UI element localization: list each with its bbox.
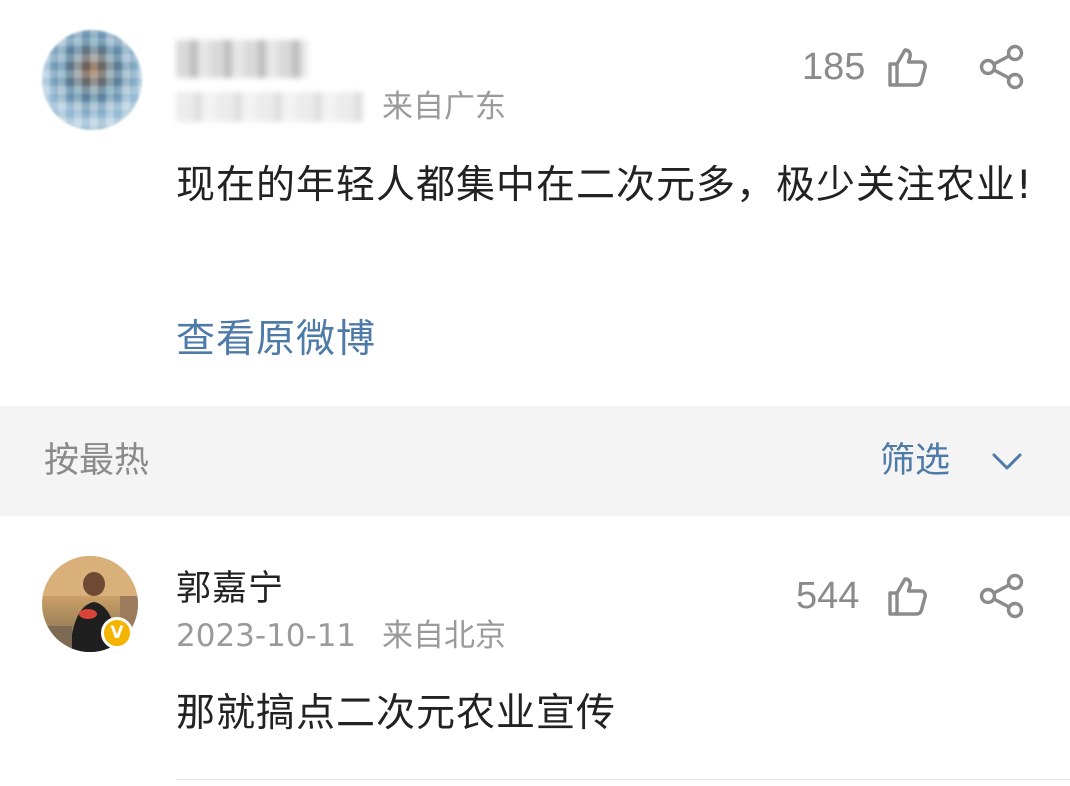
- top-comment-avatar[interactable]: [42, 30, 142, 130]
- like-thumb-icon[interactable]: [884, 44, 930, 90]
- verified-badge-icon: V: [101, 617, 133, 649]
- divider: [176, 779, 1070, 780]
- sort-hot-label[interactable]: 按最热: [44, 444, 149, 479]
- top-comment-username-blurred[interactable]: [176, 40, 308, 78]
- like-thumb-icon[interactable]: [884, 573, 930, 619]
- top-comment-date-blurred: [176, 92, 364, 122]
- top-comment-content: 现在的年轻人都集中在二次元多，极少关注农业!: [176, 163, 1033, 208]
- reply-date: 2023-10-11: [176, 618, 357, 654]
- reply-location: 来自北京: [382, 618, 506, 654]
- top-comment-like-count[interactable]: 185: [802, 48, 865, 86]
- share-icon[interactable]: [978, 44, 1026, 90]
- view-original-link[interactable]: 查看原微博: [176, 320, 376, 359]
- reply-username[interactable]: 郭嘉宁: [176, 572, 284, 607]
- reply-like-count[interactable]: 544: [796, 577, 859, 615]
- top-comment-location: 来自广东: [382, 89, 506, 125]
- chevron-down-icon[interactable]: [990, 448, 1024, 474]
- reply-content: 那就搞点二次元农业宣传: [176, 691, 617, 736]
- filter-button[interactable]: 筛选: [880, 444, 950, 479]
- share-icon[interactable]: [978, 573, 1026, 619]
